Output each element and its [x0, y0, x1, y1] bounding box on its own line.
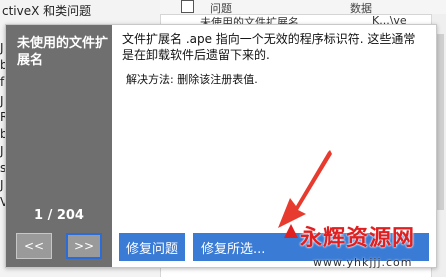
issue-solution: 解决方法: 删除该注册表值. [126, 73, 258, 86]
background-table-header: 问题 数据 [160, 0, 446, 15]
list-item[interactable]: J [0, 94, 4, 108]
fix-issue-button[interactable]: 修复问题 [119, 233, 185, 261]
issue-counter: 1 / 204 [34, 208, 84, 223]
watermark-url: www.yhkjjj.com [313, 256, 413, 269]
previous-button[interactable]: << [16, 233, 52, 259]
list-item[interactable]: ctiveX 和类问题 [2, 2, 91, 19]
column-header-issue[interactable]: 问题 [210, 0, 232, 14]
column-header-data[interactable]: 数据 [350, 0, 372, 14]
list-item[interactable]: f [0, 75, 4, 89]
row-checkbox[interactable] [181, 0, 194, 13]
issue-description: 文件扩展名 .ape 指向一个无效的程序标识符. 这些通常是在卸载软件后遗留下来… [122, 32, 416, 62]
list-item[interactable]: J [0, 144, 4, 158]
popup-sidebar: 未使用的文件扩展名 1 / 204 << >> [6, 25, 112, 267]
popup-title: 未使用的文件扩展名 [17, 36, 109, 68]
watermark-text: 永辉资源网 [300, 226, 416, 251]
next-button[interactable]: >> [66, 233, 102, 259]
list-item[interactable]: J [0, 178, 4, 192]
list-item[interactable]: J [0, 41, 4, 55]
watermark-logo-icon [284, 224, 298, 238]
